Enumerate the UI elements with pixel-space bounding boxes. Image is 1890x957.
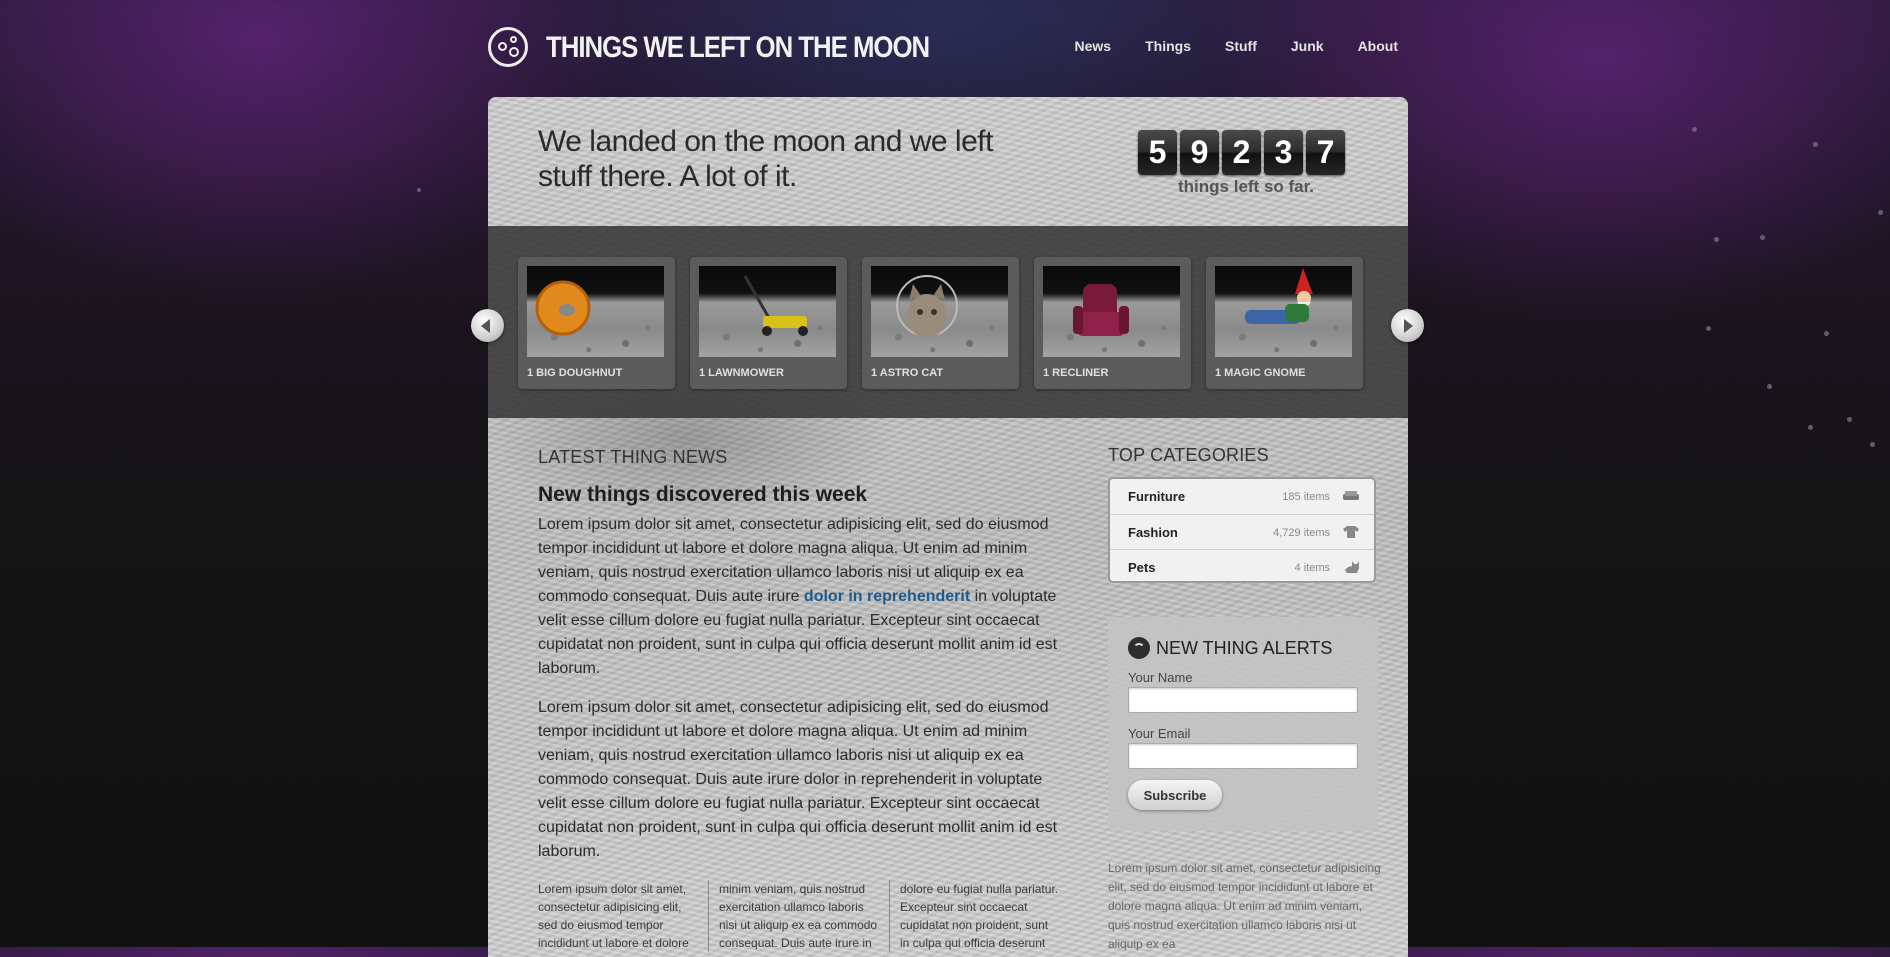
star-decoration [1813,142,1818,147]
astro-cat-icon [896,275,958,338]
news-section-title: LATEST THING NEWS [538,447,728,467]
counter-digit: 2 [1222,130,1261,175]
recliner-icon [1073,284,1129,336]
star-decoration [1847,417,1852,422]
counter-digit: 3 [1264,130,1303,175]
category-count: 4,729 items [1273,527,1330,539]
nav-stuff[interactable]: Stuff [1225,38,1257,54]
things-carousel: 1 BIG DOUGHNUT 1 LAWNMOWER 1 ASTRO CAT 1… [488,226,1408,418]
star-decoration [1808,425,1813,430]
category-name: Furniture [1128,489,1186,504]
site-title[interactable]: THINGS WE LEFT ON THE MOON [546,31,930,65]
sidebar-paragraph: Lorem ipsum dolor sit amet, consectetur … [1108,861,1381,951]
moon-logo-icon[interactable] [488,27,528,67]
carousel-item-label: 1 RECLINER [1043,367,1109,379]
categories-list: Furniture 185 items Fashion 4,729 items … [1108,477,1376,583]
things-counter: 5 9 2 3 7 [1138,130,1345,175]
carousel-item-label: 1 LAWNMOWER [699,367,784,379]
gnome-icon [1245,268,1313,324]
article-paragraph: Lorem ipsum dolor sit amet, consectetur … [538,699,1058,860]
category-item-pets[interactable]: Pets 4 items [1110,549,1374,585]
carousel-prev-button[interactable] [471,309,504,342]
carousel-item-label: 1 BIG DOUGHNUT [527,367,623,379]
category-item-furniture[interactable]: Furniture 185 items [1110,479,1374,514]
email-label: Your Email [1128,726,1191,741]
text-column: Lorem ipsum dolor sit amet, consectetur … [538,882,689,950]
text-column: dolore eu fugiat nulla pariatur. Excepte… [889,880,1070,952]
hero-tagline: We landed on the moon and we left stuff … [538,125,993,193]
nav-about[interactable]: About [1358,38,1398,54]
recliner-image [1043,266,1180,357]
counter-digit: 7 [1306,130,1345,175]
arrow-right-icon [1404,319,1413,333]
star-decoration [1870,442,1875,447]
subscribe-button[interactable]: Subscribe [1128,780,1222,810]
site-header: THINGS WE LEFT ON THE MOON News Things S… [488,27,1398,73]
doughnut-image [527,266,664,357]
category-item-fashion[interactable]: Fashion 4,729 items [1110,514,1374,550]
sofa-icon [1343,491,1359,500]
star-decoration [1692,127,1697,132]
carousel-item-label: 1 MAGIC GNOME [1215,367,1306,379]
name-field[interactable] [1128,687,1358,713]
star-decoration [417,188,421,192]
counter-caption: things left so far. [1178,177,1315,196]
email-field[interactable] [1128,743,1358,769]
arrow-left-icon [481,319,490,333]
carousel-item[interactable]: 1 ASTRO CAT [862,257,1019,389]
alerts-title: NEW THING ALERTS [1156,637,1333,658]
gnome-image [1215,266,1352,357]
article-title[interactable]: New things discovered this week [538,483,867,507]
category-count: 4 items [1294,562,1330,574]
article-columns: Lorem ipsum dolor sit amet, consectetur … [538,880,1070,952]
star-decoration [1706,326,1711,331]
main-panel: We landed on the moon and we left stuff … [488,97,1408,957]
doughnut-icon [535,280,591,336]
alerts-form: NEW THING ALERTS Your Name Your Email Su… [1108,617,1378,831]
alerts-heading: NEW THING ALERTS [1128,637,1332,659]
article-link[interactable]: dolor in reprehenderit [804,588,970,605]
star-decoration [1878,210,1883,215]
wifi-icon [1128,637,1150,659]
lawnmower-image [699,266,836,357]
category-name: Fashion [1128,525,1178,540]
carousel-item[interactable]: 1 LAWNMOWER [690,257,847,389]
star-decoration [1824,331,1829,336]
nav-junk[interactable]: Junk [1291,38,1324,54]
article-paragraph: Lorem ipsum dolor sit amet, consectetur … [538,513,1073,681]
main-nav: News Things Stuff Junk About [1041,38,1398,54]
nav-things[interactable]: Things [1145,38,1191,54]
star-decoration [1760,235,1765,240]
carousel-item-label: 1 ASTRO CAT [871,367,944,379]
categories-title: TOP CATEGORIES [1108,445,1269,465]
lawnmower-icon [743,275,808,336]
carousel-item[interactable]: 1 BIG DOUGHNUT [518,257,675,389]
nav-news[interactable]: News [1075,38,1112,54]
star-decoration [1714,237,1719,242]
counter-digit: 9 [1180,130,1219,175]
carousel-next-button[interactable] [1391,309,1424,342]
astro-cat-image [871,266,1008,357]
star-decoration [1767,384,1772,389]
text-column: minim veniam, quis nostrud exercitation … [708,880,889,952]
carousel-item[interactable]: 1 MAGIC GNOME [1206,257,1363,389]
category-count: 185 items [1282,491,1330,503]
cat-icon [1345,561,1359,573]
tshirt-icon [1343,526,1359,538]
counter-digit: 5 [1138,130,1177,175]
category-name: Pets [1128,560,1156,575]
carousel-item[interactable]: 1 RECLINER [1034,257,1191,389]
name-label: Your Name [1128,670,1193,685]
